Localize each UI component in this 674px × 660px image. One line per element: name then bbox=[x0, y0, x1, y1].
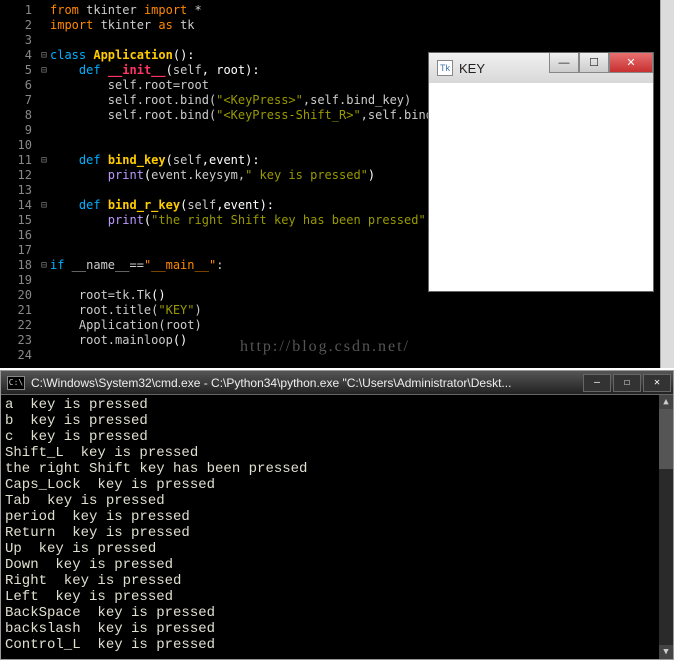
fold-marker[interactable]: ⊟ bbox=[38, 198, 50, 213]
line-number: 23 bbox=[0, 333, 32, 348]
scroll-up-icon[interactable]: ▲ bbox=[659, 395, 673, 409]
code-line[interactable] bbox=[50, 348, 674, 363]
line-number: 11 bbox=[0, 153, 32, 168]
cmd-title-text: C:\Windows\System32\cmd.exe - C:\Python3… bbox=[31, 376, 583, 390]
cmd-titlebar[interactable]: C:\ C:\Windows\System32\cmd.exe - C:\Pyt… bbox=[1, 371, 673, 395]
line-number: 9 bbox=[0, 123, 32, 138]
fold-marker[interactable] bbox=[38, 168, 50, 183]
line-number: 24 bbox=[0, 348, 32, 363]
line-number: 7 bbox=[0, 93, 32, 108]
line-number: 19 bbox=[0, 273, 32, 288]
fold-marker[interactable] bbox=[38, 213, 50, 228]
line-number: 5 bbox=[0, 63, 32, 78]
scroll-thumb[interactable] bbox=[659, 409, 673, 469]
code-line[interactable]: from tkinter import * bbox=[50, 3, 674, 18]
fold-marker[interactable]: ⊟ bbox=[38, 258, 50, 273]
code-line[interactable]: root.title("KEY") bbox=[50, 303, 674, 318]
line-number: 12 bbox=[0, 168, 32, 183]
code-line[interactable]: root.mainloop() bbox=[50, 333, 674, 348]
fold-marker[interactable] bbox=[38, 183, 50, 198]
fold-marker[interactable] bbox=[38, 3, 50, 18]
line-number: 15 bbox=[0, 213, 32, 228]
cmd-maximize-button[interactable]: ☐ bbox=[613, 374, 641, 392]
line-number: 13 bbox=[0, 183, 32, 198]
code-line[interactable]: import tkinter as tk bbox=[50, 18, 674, 33]
fold-marker[interactable] bbox=[38, 303, 50, 318]
cmd-icon: C:\ bbox=[7, 376, 25, 390]
line-number: 1 bbox=[0, 3, 32, 18]
minimize-button[interactable]: — bbox=[549, 53, 579, 73]
line-number: 16 bbox=[0, 228, 32, 243]
code-line[interactable] bbox=[50, 33, 674, 48]
line-number: 3 bbox=[0, 33, 32, 48]
fold-marker[interactable] bbox=[38, 348, 50, 363]
line-number: 14 bbox=[0, 198, 32, 213]
fold-marker[interactable] bbox=[38, 333, 50, 348]
close-button[interactable]: ✕ bbox=[609, 53, 653, 73]
fold-marker[interactable]: ⊟ bbox=[38, 63, 50, 78]
fold-marker[interactable]: ⊟ bbox=[38, 48, 50, 63]
maximize-button[interactable]: ☐ bbox=[579, 53, 609, 73]
code-line[interactable]: Application(root) bbox=[50, 318, 674, 333]
line-number: 21 bbox=[0, 303, 32, 318]
cmd-scrollbar[interactable]: ▲ ▼ bbox=[659, 395, 673, 659]
cmd-output[interactable]: a key is pressed b key is pressed c key … bbox=[1, 395, 659, 659]
scroll-down-icon[interactable]: ▼ bbox=[659, 645, 673, 659]
line-number: 6 bbox=[0, 78, 32, 93]
fold-marker[interactable] bbox=[38, 228, 50, 243]
fold-marker[interactable] bbox=[38, 78, 50, 93]
line-number: 4 bbox=[0, 48, 32, 63]
fold-marker[interactable] bbox=[38, 18, 50, 33]
line-number: 18 bbox=[0, 258, 32, 273]
fold-marker[interactable] bbox=[38, 33, 50, 48]
tkinter-titlebar[interactable]: Tk KEY — ☐ ✕ bbox=[429, 53, 653, 83]
fold-marker[interactable] bbox=[38, 123, 50, 138]
fold-marker[interactable]: ⊟ bbox=[38, 153, 50, 168]
fold-marker[interactable] bbox=[38, 243, 50, 258]
line-number: 2 bbox=[0, 18, 32, 33]
fold-marker[interactable] bbox=[38, 93, 50, 108]
line-number: 22 bbox=[0, 318, 32, 333]
python-icon: Tk bbox=[437, 60, 453, 76]
fold-marker[interactable] bbox=[38, 108, 50, 123]
fold-marker[interactable] bbox=[38, 318, 50, 333]
fold-marker[interactable] bbox=[38, 138, 50, 153]
cmd-window[interactable]: C:\ C:\Windows\System32\cmd.exe - C:\Pyt… bbox=[0, 370, 674, 660]
line-number: 8 bbox=[0, 108, 32, 123]
editor-scrollbar[interactable] bbox=[660, 0, 674, 368]
cmd-close-button[interactable]: ✕ bbox=[643, 374, 671, 392]
tkinter-window-title: KEY bbox=[459, 61, 485, 76]
tkinter-window[interactable]: Tk KEY — ☐ ✕ bbox=[428, 52, 654, 292]
line-number: 17 bbox=[0, 243, 32, 258]
line-number-gutter: 123456789101112131415161718192021222324 bbox=[0, 0, 38, 368]
fold-column[interactable]: ⊟⊟⊟⊟⊟ bbox=[38, 0, 50, 368]
cmd-minimize-button[interactable]: — bbox=[583, 374, 611, 392]
line-number: 20 bbox=[0, 288, 32, 303]
fold-marker[interactable] bbox=[38, 288, 50, 303]
fold-marker[interactable] bbox=[38, 273, 50, 288]
tkinter-client-area[interactable] bbox=[429, 83, 653, 291]
line-number: 10 bbox=[0, 138, 32, 153]
